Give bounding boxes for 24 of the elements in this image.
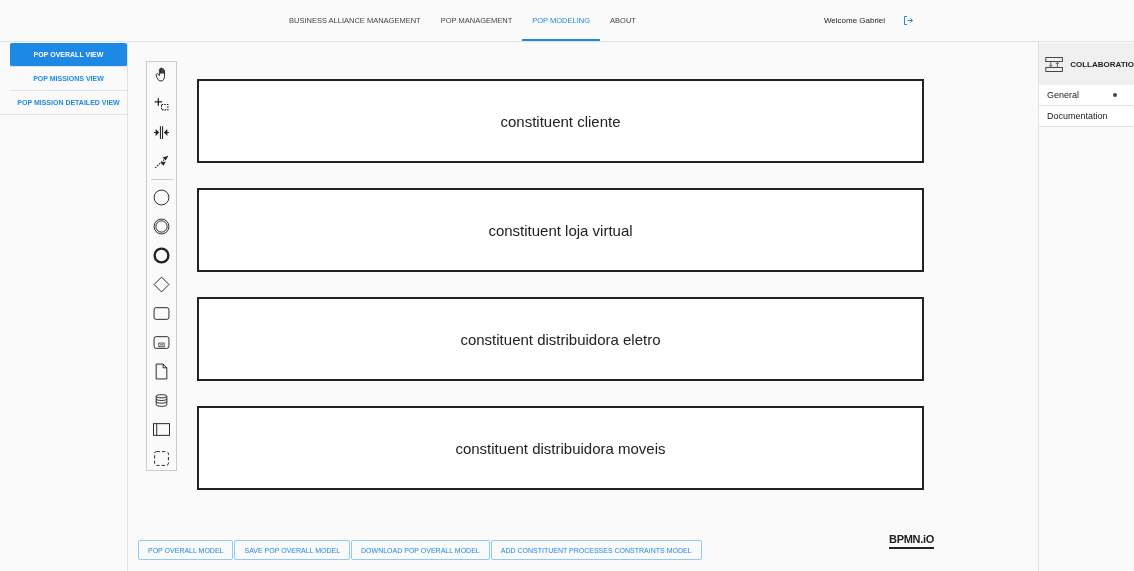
task-icon[interactable] (153, 305, 170, 322)
collaboration-icon (1045, 54, 1064, 74)
pool-shape: constituent distribuidora moveis (197, 406, 924, 490)
document-icon[interactable] (153, 363, 170, 380)
pool-shape: constituent cliente (197, 79, 924, 163)
pool-shape: constituent distribuidora eletro (197, 297, 924, 381)
group-icon[interactable] (153, 450, 170, 467)
start-event-icon[interactable] (153, 189, 170, 206)
subprocess-icon[interactable] (153, 334, 170, 351)
panel-tab[interactable]: Documentation (1039, 106, 1134, 127)
logout-icon[interactable] (903, 15, 915, 26)
space-tool-icon[interactable] (153, 124, 170, 141)
connect-tool-icon[interactable] (153, 153, 170, 170)
pool-icon[interactable] (153, 421, 170, 438)
database-icon[interactable] (153, 392, 170, 409)
intermediate-event-icon[interactable] (153, 218, 170, 235)
welcome-text: Welcome Gabriel (823, 16, 886, 25)
panel-title: COLLABORATIO (1070, 59, 1134, 69)
gateway-icon[interactable] (153, 276, 170, 293)
end-event-icon[interactable] (153, 247, 170, 264)
panel-tab[interactable]: General (1039, 85, 1134, 106)
pool-shape: constituent loja virtual (197, 188, 924, 272)
lasso-tool-icon[interactable] (153, 95, 170, 112)
bpmn-logo[interactable]: BPMN.iO (889, 533, 934, 549)
